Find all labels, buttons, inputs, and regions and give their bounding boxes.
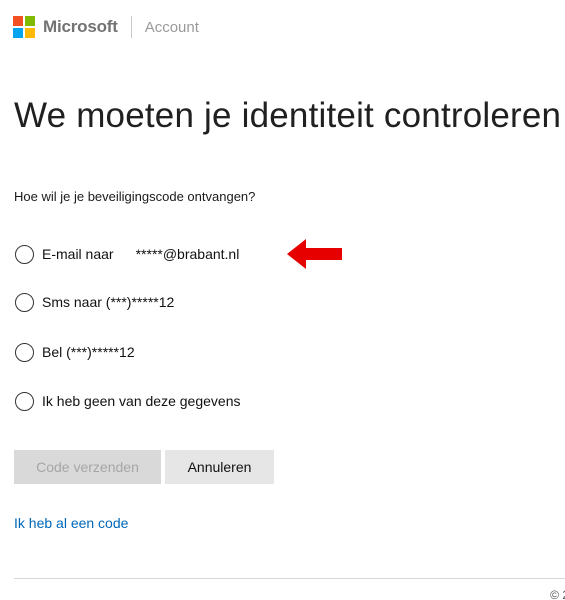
- option-sms[interactable]: Sms naar (***)*****12: [15, 291, 174, 313]
- radio-email[interactable]: [15, 244, 34, 264]
- option-email-label: E-mail naar: [42, 246, 114, 262]
- header-section: Account: [144, 18, 199, 36]
- header-divider: [130, 16, 132, 38]
- brand-name: Microsoft: [43, 17, 118, 36]
- radio-none[interactable]: [15, 391, 34, 411]
- radio-call[interactable]: [15, 342, 34, 362]
- question-label: Hoe wil je je beveiligingscode ontvangen…: [14, 189, 256, 204]
- option-call-label: Bel (***)*****12: [42, 344, 135, 360]
- cancel-button[interactable]: Annuleren: [165, 450, 274, 484]
- footer-divider: [14, 578, 565, 579]
- option-email-value: *****@brabant.nl: [135, 246, 240, 262]
- option-call[interactable]: Bel (***)*****12: [15, 341, 135, 363]
- option-none-label: Ik heb geen van deze gegevens: [42, 393, 241, 409]
- red-arrow-left-icon: [287, 239, 342, 269]
- radio-sms[interactable]: [15, 292, 34, 312]
- copyright-text: © 2: [550, 588, 565, 600]
- option-email[interactable]: E-mail naar *****@brabant.nl: [15, 243, 239, 265]
- option-none[interactable]: Ik heb geen van deze gegevens: [15, 390, 241, 412]
- have-code-link[interactable]: Ik heb al een code: [14, 515, 128, 531]
- send-code-button[interactable]: Code verzenden: [14, 450, 161, 484]
- header: Microsoft Account: [13, 14, 199, 40]
- microsoft-logo-icon: [13, 16, 35, 38]
- option-sms-label: Sms naar (***)*****12: [42, 294, 175, 310]
- page-title: We moeten je identiteit controleren: [14, 96, 562, 135]
